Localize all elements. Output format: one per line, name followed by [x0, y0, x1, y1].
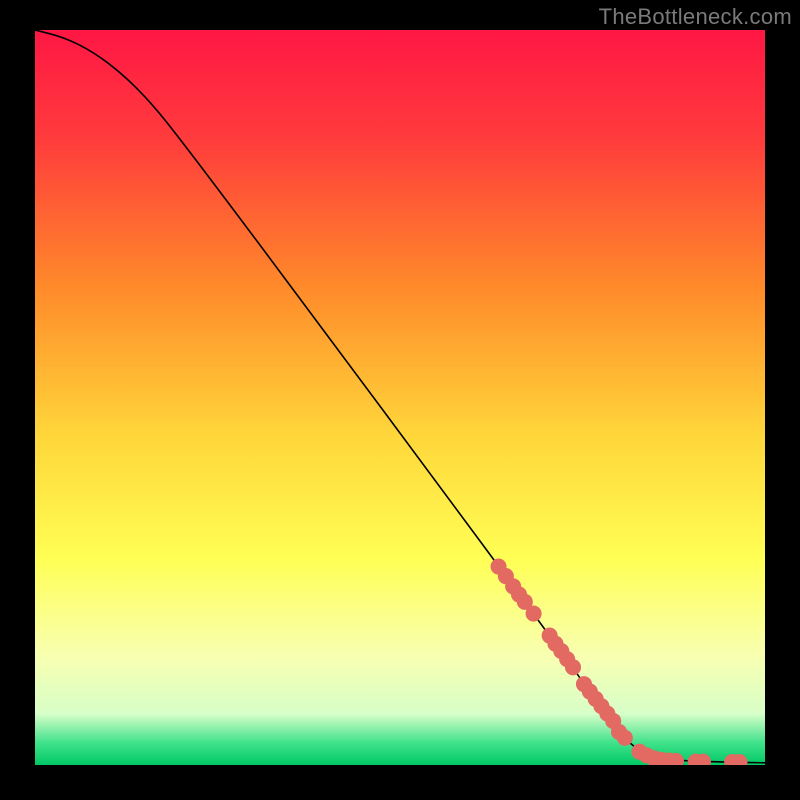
- gradient-background: [35, 30, 765, 765]
- data-marker: [617, 730, 633, 746]
- attribution-text: TheBottleneck.com: [599, 4, 792, 30]
- data-marker: [526, 606, 542, 622]
- bottleneck-curve-chart: [35, 30, 765, 765]
- data-marker: [565, 659, 581, 675]
- chart-svg: [35, 30, 765, 765]
- chart-container: TheBottleneck.com: [0, 0, 800, 800]
